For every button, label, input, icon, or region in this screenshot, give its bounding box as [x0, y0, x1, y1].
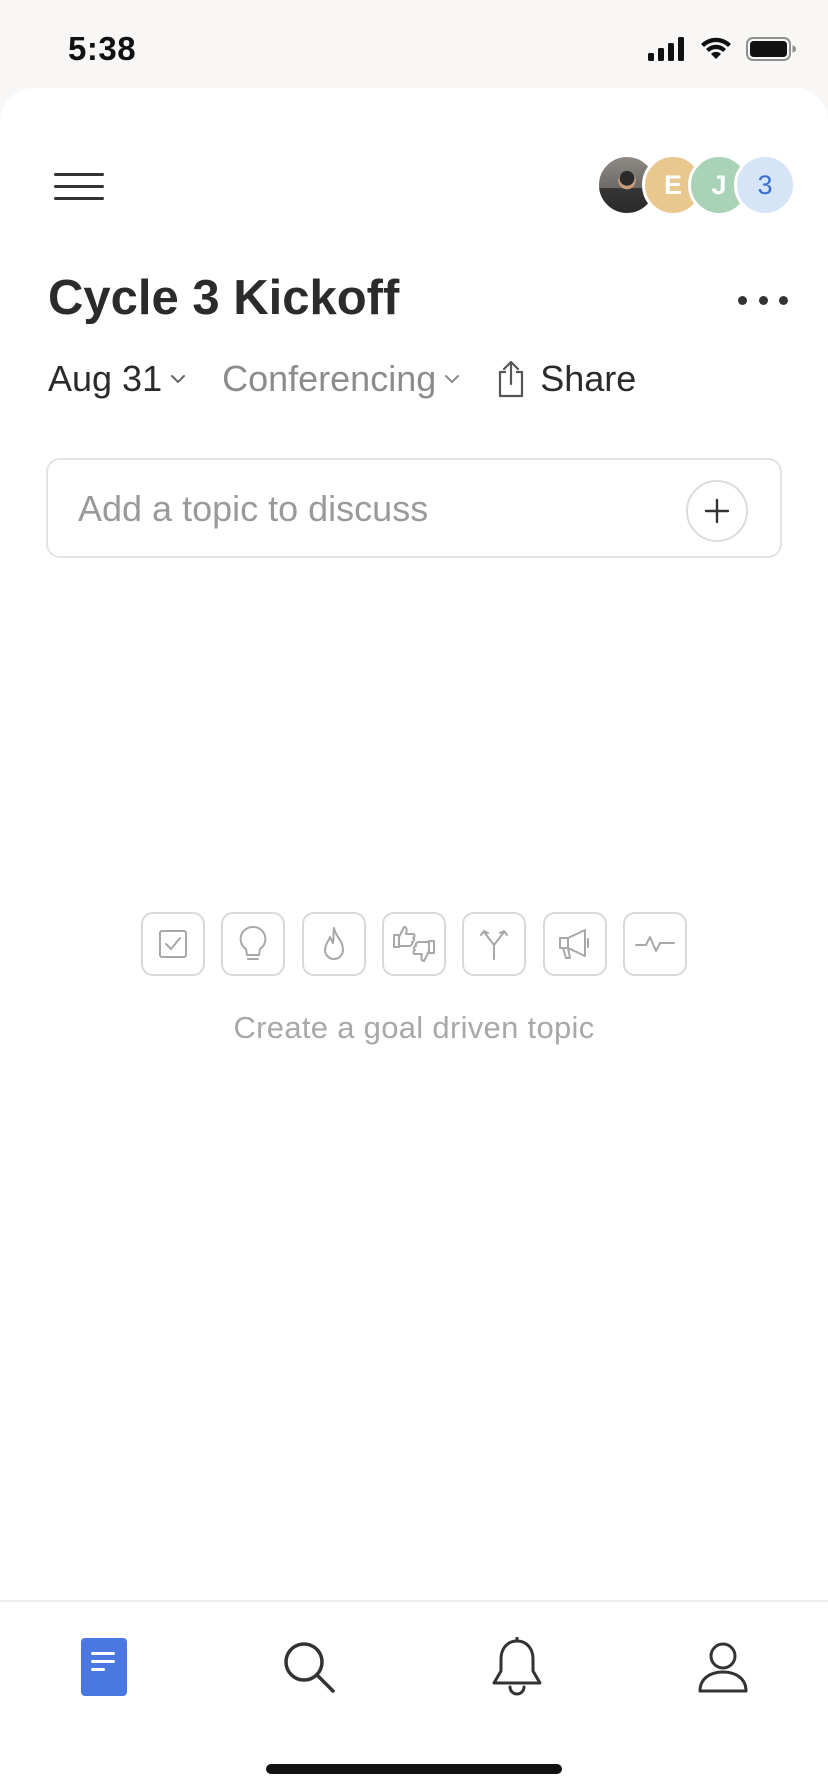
- document-icon: [81, 1638, 127, 1696]
- thumbs-up-down-icon[interactable]: [381, 912, 446, 976]
- pulse-icon[interactable]: [622, 912, 687, 976]
- plus-icon: [704, 498, 730, 524]
- menu-button[interactable]: [54, 173, 106, 203]
- meeting-title[interactable]: Cycle 3 Kickoff: [48, 270, 399, 326]
- share-icon: [499, 360, 524, 398]
- participant-avatars[interactable]: E J 3: [596, 154, 796, 216]
- wifi-icon: [701, 37, 731, 59]
- avatar-more-count[interactable]: 3: [734, 154, 796, 216]
- chevron-down-icon: [445, 375, 460, 383]
- lightbulb-icon[interactable]: [221, 912, 286, 976]
- tab-notes[interactable]: [69, 1632, 139, 1702]
- cellular-signal-icon: [648, 37, 684, 61]
- avatar-count: 3: [757, 169, 773, 200]
- search-icon: [284, 1642, 335, 1693]
- status-bar: 5:38: [0, 0, 828, 88]
- date-selector[interactable]: Aug 31: [48, 358, 186, 400]
- tab-notifications[interactable]: [482, 1632, 552, 1702]
- meeting-sheet: E J 3 Cycle 3 Kickoff Aug 31 Conferencin…: [0, 88, 828, 1792]
- status-time: 5:38: [68, 30, 137, 67]
- menu-icon-line: [54, 197, 104, 200]
- tab-profile[interactable]: [688, 1632, 758, 1702]
- bell-icon: [492, 1637, 542, 1696]
- avatar-initial: J: [711, 169, 727, 200]
- more-dot: [779, 295, 788, 305]
- goal-topic-caption: Create a goal driven topic: [233, 1010, 595, 1045]
- meeting-meta-row: Aug 31 Conferencing Share: [48, 356, 636, 402]
- add-topic-field[interactable]: [46, 458, 782, 558]
- tab-search[interactable]: [274, 1632, 344, 1702]
- share-label: Share: [540, 358, 637, 399]
- menu-icon-line: [54, 173, 104, 176]
- fork-icon[interactable]: [462, 912, 527, 976]
- conferencing-selector[interactable]: Conferencing: [222, 358, 460, 400]
- share-button[interactable]: Share: [496, 358, 636, 400]
- more-dot: [738, 295, 747, 305]
- profile-icon: [698, 1642, 748, 1693]
- chevron-down-icon: [171, 375, 186, 383]
- topic-input[interactable]: [78, 484, 658, 534]
- more-options-button[interactable]: [738, 292, 788, 308]
- megaphone-icon[interactable]: [542, 912, 607, 976]
- home-indicator: [266, 1764, 562, 1774]
- menu-icon-line: [54, 185, 104, 188]
- add-topic-button[interactable]: [686, 480, 748, 542]
- battery-icon: [746, 37, 796, 61]
- status-icons: [648, 34, 796, 64]
- more-dot: [758, 295, 768, 305]
- checkbox-icon[interactable]: [141, 912, 205, 976]
- conferencing-label: Conferencing: [222, 358, 437, 399]
- flame-icon[interactable]: [301, 912, 366, 976]
- date-label: Aug 31: [48, 358, 163, 399]
- avatar-initial: E: [663, 169, 682, 200]
- goal-topic-icons: [141, 912, 687, 976]
